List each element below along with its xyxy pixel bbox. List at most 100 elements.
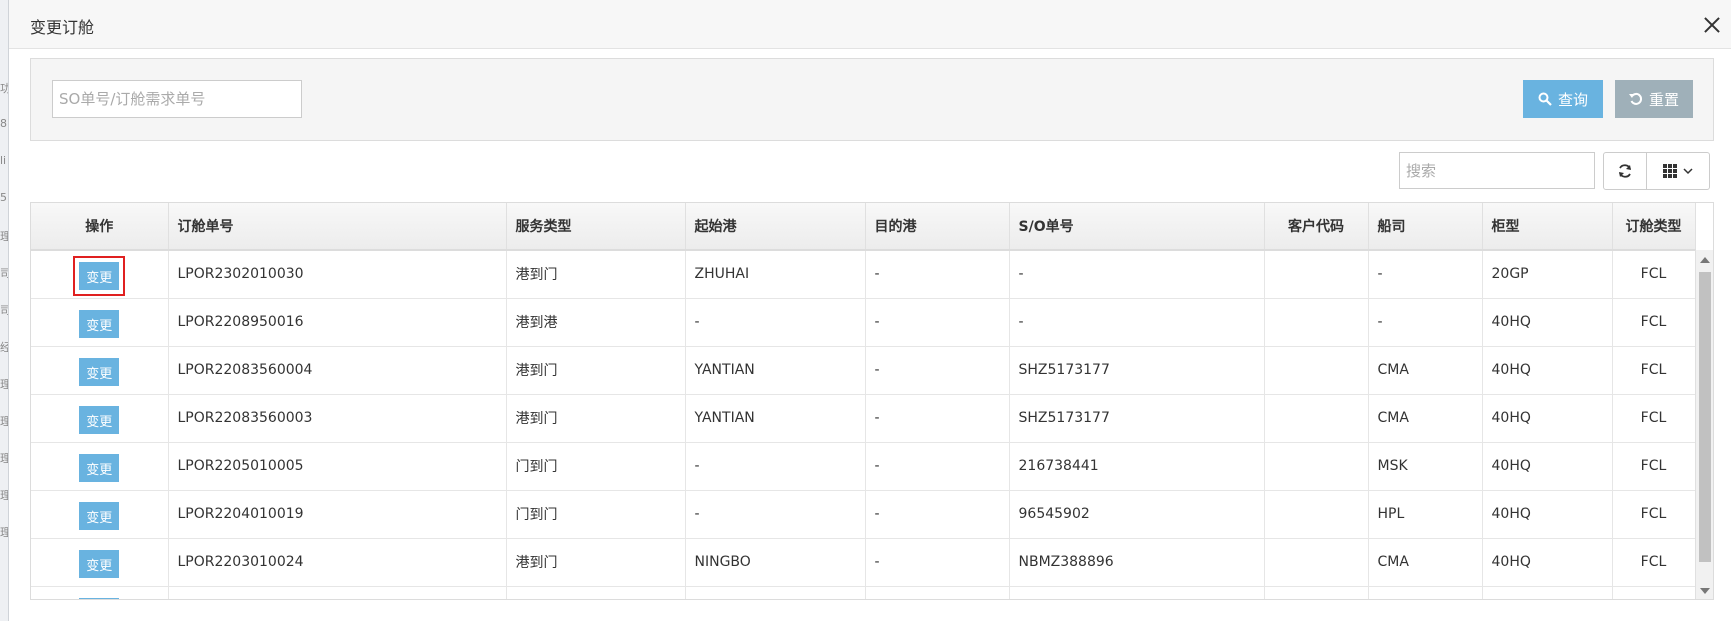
background-text-fragment: li — [0, 154, 7, 167]
header-booking-type[interactable]: 订舱类型 — [1612, 203, 1696, 251]
change-button[interactable]: 变更 — [79, 598, 120, 599]
cell-customer-code — [1264, 538, 1369, 587]
background-text-fragment: 功 — [0, 82, 8, 95]
cell-action: 变更 — [31, 250, 169, 299]
reset-button[interactable]: 重置 — [1615, 80, 1693, 118]
cell-action: 变更 — [31, 490, 169, 539]
cell-booking-type: FCL — [1612, 490, 1696, 539]
change-button[interactable]: 变更 — [73, 256, 126, 297]
query-button[interactable]: 查询 — [1523, 80, 1603, 118]
table-row[interactable]: 变更 LPOR2204010019 门到门 - -96545902 HPL 40HQ FCL — [31, 490, 1696, 539]
background-text-fragment: 5 — [0, 191, 7, 204]
header-customer-code[interactable]: 客户代码 — [1264, 203, 1369, 251]
search-panel: 查询 重置 — [30, 58, 1714, 141]
column-toggle-button[interactable] — [1646, 152, 1710, 190]
cell-origin-port: NINGBO — [685, 538, 866, 587]
modal-title: 变更订舱 — [30, 18, 95, 37]
background-text-fragment: 理 — [0, 452, 8, 465]
cell-so-no: - — [1009, 250, 1265, 299]
change-button[interactable]: 变更 — [79, 454, 120, 482]
cell-service-type: 港到港 — [506, 298, 686, 347]
refresh-button[interactable] — [1603, 152, 1647, 190]
scroll-down-arrow-icon[interactable] — [1700, 588, 1710, 594]
cell-container-type: 40HQ — [1482, 394, 1613, 443]
cell-dest-port: - — [865, 346, 1010, 395]
cell-service-type: 港到门 — [506, 346, 686, 395]
cell-container-type: 40HQ — [1482, 442, 1613, 491]
cell-service-type: 门到门 — [506, 490, 686, 539]
header-container-type[interactable]: 柜型 — [1482, 203, 1613, 251]
cell-container-type — [1482, 586, 1613, 599]
cell-carrier: MSK — [1368, 442, 1483, 491]
background-text-fragment: 司 — [0, 267, 8, 280]
scrollbar-thumb[interactable] — [1699, 272, 1711, 562]
cell-service-type: 港到门 — [506, 538, 686, 587]
header-origin-port[interactable]: 起始港 — [685, 203, 866, 251]
table-row[interactable]: 变更 — [31, 586, 1696, 599]
header-dest-port[interactable]: 目的港 — [865, 203, 1010, 251]
cell-origin-port: - — [685, 490, 866, 539]
background-text-fragment: 理 — [0, 230, 8, 243]
grid-icon — [1663, 164, 1677, 178]
cell-booking-no: LPOR2302010030 — [168, 250, 507, 299]
cell-so-no: SHZ5173177 — [1009, 394, 1265, 443]
cell-dest-port: - — [865, 538, 1010, 587]
cell-so-no — [1009, 586, 1265, 599]
cell-carrier — [1368, 586, 1483, 599]
cell-dest-port: - — [865, 442, 1010, 491]
background-text-fragment: 理 — [0, 378, 8, 391]
change-button[interactable]: 变更 — [79, 358, 120, 386]
change-button[interactable]: 变更 — [79, 310, 120, 338]
scroll-up-arrow-icon[interactable] — [1700, 257, 1710, 263]
cell-customer-code — [1264, 346, 1369, 395]
background-page-edge: 功 8 li 5 理司司经理理理理理 — [0, 0, 8, 621]
cell-container-type: 40HQ — [1482, 346, 1613, 395]
cell-action: 变更 — [31, 442, 169, 491]
cell-service-type: 港到门 — [506, 250, 686, 299]
cell-booking-no: LPOR22083560003 — [168, 394, 507, 443]
change-button[interactable]: 变更 — [79, 406, 120, 434]
table-row[interactable]: 变更 LPOR22083560004 港到门 YANTIAN - SHZ5173177 CM… — [31, 346, 1696, 395]
header-carrier[interactable]: 船司 — [1368, 203, 1483, 251]
close-icon[interactable] — [1701, 14, 1723, 36]
header-service-type[interactable]: 服务类型 — [506, 203, 686, 251]
cell-carrier: HPL — [1368, 490, 1483, 539]
table-row[interactable]: 变更 LPOR2205010005 门到门 - -216738441 MSK 40HQ FCL — [31, 442, 1696, 491]
cell-service-type: 门到门 — [506, 442, 686, 491]
header-so-no[interactable]: S/O单号 — [1009, 203, 1265, 251]
cell-dest-port: - — [865, 298, 1010, 347]
table-header-row: 操作 订舱单号 服务类型 起始港 目的港 S/O单号 客户代码 船司 柜型 订舱… — [31, 203, 1696, 251]
cell-booking-type: FCL — [1612, 298, 1696, 347]
cell-customer-code — [1264, 298, 1369, 347]
change-button[interactable]: 变更 — [79, 550, 120, 578]
cell-carrier: CMA — [1368, 346, 1483, 395]
cell-booking-type: FCL — [1612, 538, 1696, 587]
cell-carrier: - — [1368, 298, 1483, 347]
cell-booking-type: FCL — [1612, 442, 1696, 491]
cell-carrier: CMA — [1368, 538, 1483, 587]
cell-container-type: 40HQ — [1482, 538, 1613, 587]
cell-origin-port: YANTIAN — [685, 394, 866, 443]
table-row[interactable]: 变更 LPOR22083560003 港到门 YANTIAN - SHZ5173177 CM… — [31, 394, 1696, 443]
table-search-input[interactable] — [1399, 152, 1595, 189]
cell-action: 变更 — [31, 394, 169, 443]
cell-customer-code — [1264, 394, 1369, 443]
background-text-fragment: 司 — [0, 304, 8, 317]
change-booking-modal: 变更订舱 查询 重置 — [8, 0, 1731, 621]
change-button[interactable]: 变更 — [79, 502, 120, 530]
vertical-scrollbar[interactable] — [1695, 250, 1713, 599]
undo-icon — [1628, 92, 1643, 105]
booking-table-container: 操作 订舱单号 服务类型 起始港 目的港 S/O单号 客户代码 船司 柜型 订舱… — [30, 202, 1714, 600]
table-row[interactable]: 变更 LPOR2203010024 港到门 NINGBO - NBMZ388896 CMA 4… — [31, 538, 1696, 587]
table-row[interactable]: 变更 LPOR2208950016 港到港 - - - -40HQ FCL — [31, 298, 1696, 347]
cell-action: 变更 — [31, 538, 169, 587]
cell-origin-port: - — [685, 442, 866, 491]
table-row[interactable]: 变更 LPOR2302010030 港到门 ZHUHAI - - -20GP FCL — [31, 250, 1696, 299]
header-action[interactable]: 操作 — [31, 203, 169, 251]
cell-carrier: CMA — [1368, 394, 1483, 443]
cell-dest-port — [865, 586, 1010, 599]
booking-table: 操作 订舱单号 服务类型 起始港 目的港 S/O单号 客户代码 船司 柜型 订舱… — [31, 203, 1696, 599]
cell-service-type: 港到门 — [506, 394, 686, 443]
so-number-search-input[interactable] — [52, 80, 302, 118]
header-booking-no[interactable]: 订舱单号 — [168, 203, 507, 251]
